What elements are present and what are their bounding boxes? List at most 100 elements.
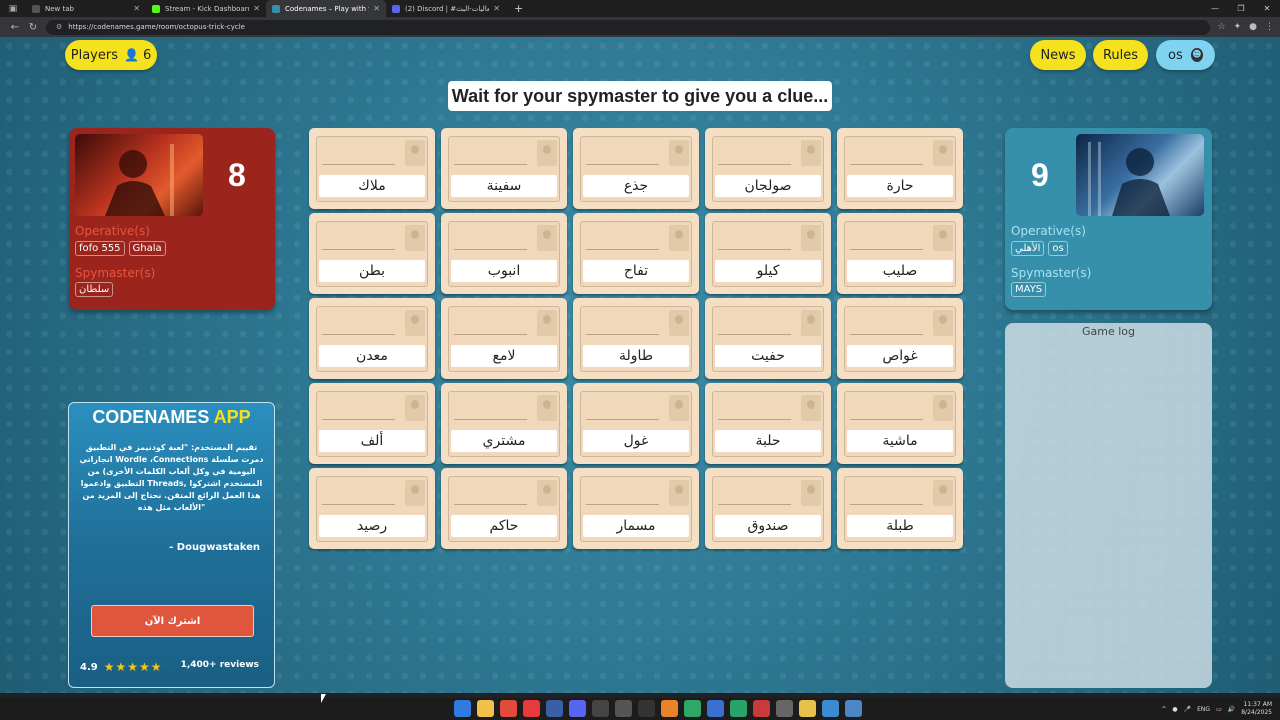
profile-icon[interactable]: ● xyxy=(1249,22,1257,32)
app-icon[interactable] xyxy=(707,700,724,717)
reload-icon[interactable]: ↻ xyxy=(24,22,42,33)
word-card[interactable]: كيلو xyxy=(705,213,831,294)
word-card[interactable]: مشتري xyxy=(441,383,567,464)
red-operative-chip: fofo 555 xyxy=(75,241,125,256)
word-card[interactable]: سفينة xyxy=(441,128,567,209)
card-word: انبوب xyxy=(451,260,557,282)
volume-icon[interactable]: 🔊 xyxy=(1228,706,1235,713)
agent-silhouette-icon xyxy=(669,140,689,166)
user-menu-button[interactable]: os ☻ xyxy=(1156,40,1215,70)
browser-tab[interactable]: (2) Discord | #فعاليات-البث |✕ xyxy=(386,0,506,17)
card-word: كيلو xyxy=(715,260,821,282)
discord-icon[interactable] xyxy=(569,700,586,717)
bookmark-star-icon[interactable]: ☆ xyxy=(1218,22,1226,32)
ad-rating: 4.9 ★★★★★ xyxy=(80,660,163,674)
card-word: جذع xyxy=(583,175,689,197)
word-card[interactable]: صليب xyxy=(837,213,963,294)
url-field[interactable]: ⚙ https://codenames.game/room/octopus-tr… xyxy=(46,19,1210,35)
agent-silhouette-icon xyxy=(669,310,689,336)
tab-label: New tab xyxy=(45,4,74,13)
maximize-icon[interactable]: ❐ xyxy=(1228,0,1254,17)
rules-button[interactable]: Rules xyxy=(1093,40,1148,70)
app-icon[interactable] xyxy=(753,700,770,717)
start-icon[interactable] xyxy=(454,700,471,717)
news-button[interactable]: News xyxy=(1030,40,1086,70)
word-card[interactable]: حلبة xyxy=(705,383,831,464)
address-bar: ← ↻ ⚙ https://codenames.game/room/octopu… xyxy=(0,17,1280,37)
word-card[interactable]: ملاك xyxy=(309,128,435,209)
word-card[interactable]: تفاح xyxy=(573,213,699,294)
tray-app-icon[interactable]: ● xyxy=(1172,706,1177,713)
app-icon[interactable] xyxy=(799,700,816,717)
word-card[interactable]: حارة xyxy=(837,128,963,209)
tab-close-icon[interactable]: ✕ xyxy=(133,4,140,13)
word-card[interactable]: مسمار xyxy=(573,468,699,549)
players-button[interactable]: Players 👤 6 xyxy=(65,40,157,70)
chrome-icon[interactable] xyxy=(500,700,517,717)
network-icon[interactable]: ▭ xyxy=(1216,706,1222,713)
close-window-icon[interactable]: ✕ xyxy=(1254,0,1280,17)
steam-icon[interactable] xyxy=(546,700,563,717)
word-card[interactable]: حفيت xyxy=(705,298,831,379)
settings-icon[interactable] xyxy=(776,700,793,717)
menu-dots-icon[interactable]: ⋮ xyxy=(1265,22,1274,32)
browser-tab[interactable]: New tab ✕ xyxy=(26,0,146,17)
word-card[interactable]: صندوق xyxy=(705,468,831,549)
agent-silhouette-icon xyxy=(801,140,821,166)
word-card[interactable]: انبوب xyxy=(441,213,567,294)
app-icon[interactable] xyxy=(638,700,655,717)
language-indicator[interactable]: ENG xyxy=(1197,706,1210,713)
url-text: https://codenames.game/room/octopus-tric… xyxy=(68,23,245,31)
agent-silhouette-icon xyxy=(405,310,425,336)
browser-tab[interactable]: Stream - Kick Dashboard ✕ xyxy=(146,0,266,17)
site-info-icon[interactable]: ⚙ xyxy=(56,23,62,31)
word-card[interactable]: صولجان xyxy=(705,128,831,209)
word-card[interactable]: ألف xyxy=(309,383,435,464)
tab-favicon-icon xyxy=(392,4,400,13)
tray-chevron-icon[interactable]: ^ xyxy=(1161,706,1166,713)
app-icon[interactable] xyxy=(661,700,678,717)
app-icon[interactable] xyxy=(592,700,609,717)
agent-silhouette-icon xyxy=(933,225,953,251)
word-card[interactable]: بطن xyxy=(309,213,435,294)
app-icon[interactable] xyxy=(845,700,862,717)
subscribe-button[interactable]: اشترك الآن xyxy=(91,605,254,637)
card-divider xyxy=(322,334,395,335)
clock[interactable]: 11:37 AM 8/24/2025 xyxy=(1241,701,1272,717)
tab-close-icon[interactable]: ✕ xyxy=(253,4,260,13)
word-card[interactable]: معدن xyxy=(309,298,435,379)
new-tab-button[interactable]: + xyxy=(514,2,523,15)
word-card[interactable]: غول xyxy=(573,383,699,464)
tab-close-icon[interactable]: ✕ xyxy=(493,4,500,13)
agent-silhouette-icon xyxy=(669,395,689,421)
card-word: غواص xyxy=(847,345,953,367)
card-divider xyxy=(850,334,923,335)
app-icon[interactable] xyxy=(615,700,632,717)
word-card[interactable]: جذع xyxy=(573,128,699,209)
file-explorer-icon[interactable] xyxy=(477,700,494,717)
card-word: حارة xyxy=(847,175,953,197)
word-card[interactable]: طاولة xyxy=(573,298,699,379)
word-card[interactable]: طبلة xyxy=(837,468,963,549)
app-icon[interactable] xyxy=(684,700,701,717)
card-divider xyxy=(850,164,923,165)
microphone-icon[interactable]: 🎤 xyxy=(1184,706,1191,713)
word-card[interactable]: ماشية xyxy=(837,383,963,464)
tab-close-icon[interactable]: ✕ xyxy=(373,4,380,13)
browser-tab[interactable]: Codenames – Play with your Frien ✕ xyxy=(266,0,386,17)
word-card[interactable]: غواص xyxy=(837,298,963,379)
card-divider xyxy=(586,334,659,335)
youtube-icon[interactable] xyxy=(523,700,540,717)
status-text: Wait for your spymaster to give you a cl… xyxy=(451,85,829,106)
app-icon[interactable] xyxy=(822,700,839,717)
game-log-title: Game log xyxy=(1081,325,1135,338)
app-icon[interactable] xyxy=(730,700,747,717)
word-card[interactable]: حاكم xyxy=(441,468,567,549)
mouse-cursor-icon xyxy=(321,694,326,703)
tab-actions-icon[interactable]: ▣ xyxy=(0,0,26,17)
extensions-icon[interactable]: ✦ xyxy=(1234,22,1242,32)
word-card[interactable]: رصيد xyxy=(309,468,435,549)
word-card[interactable]: لامع xyxy=(441,298,567,379)
minimize-icon[interactable]: — xyxy=(1202,0,1228,17)
back-icon[interactable]: ← xyxy=(6,22,24,33)
